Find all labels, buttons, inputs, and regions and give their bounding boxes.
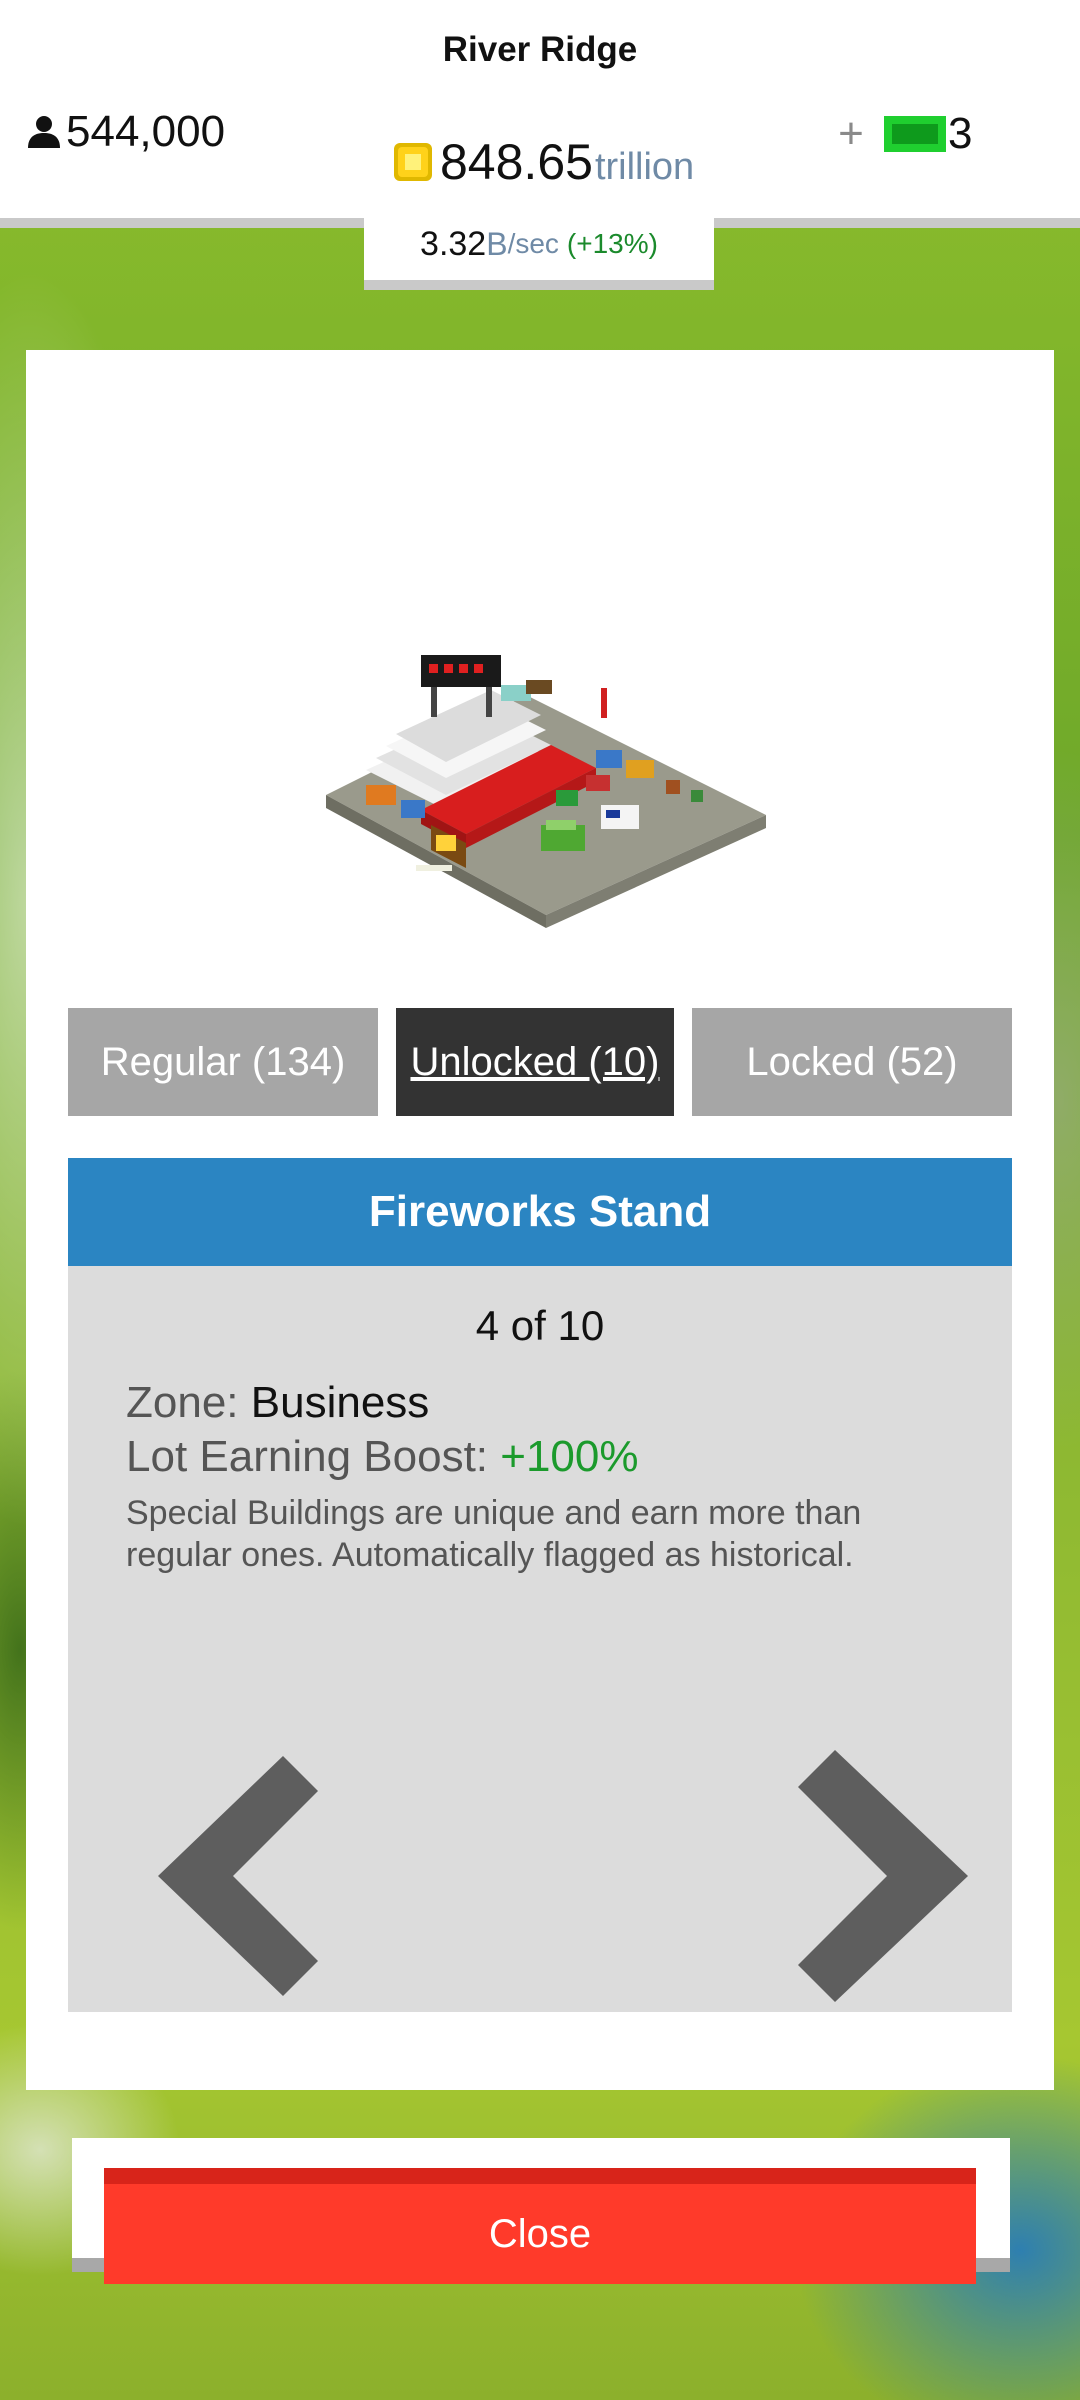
arrow-left-icon[interactable] <box>158 1756 318 1996</box>
close-button[interactable]: Close <box>104 2168 976 2284</box>
cash-icon[interactable] <box>884 112 946 156</box>
tab-regular[interactable]: Regular (134) <box>68 1008 378 1116</box>
population-display: 544,000 <box>26 106 225 158</box>
rate-unit: B <box>486 225 508 262</box>
building-counter: 4 of 10 <box>475 1302 605 1349</box>
zone-label: Zone: <box>126 1378 251 1427</box>
rate-bonus: (+13%) <box>566 228 658 259</box>
zone-value: Business <box>250 1378 430 1427</box>
tab-locked[interactable]: Locked (52) <box>692 1008 1012 1116</box>
person-icon <box>28 116 60 148</box>
top-bar: River Ridge 544,000 848.65 trillion + 3 <box>0 0 1080 228</box>
arrow-right-icon[interactable] <box>798 1750 968 2002</box>
cash-count: 3 <box>948 109 973 158</box>
boost-label: Lot Earning Boost: <box>126 1432 501 1481</box>
building-image <box>326 655 766 928</box>
money-value: 848.65 <box>440 134 593 190</box>
money-unit: trillion <box>594 145 695 188</box>
close-container: Close <box>72 2138 1010 2284</box>
city-name: River Ridge <box>442 30 638 69</box>
building-title: Fireworks Stand <box>68 1158 1012 1266</box>
income-rate: 3.32 B /sec (+13%) <box>364 208 714 290</box>
boost-info: Lot Earning Boost: +100% <box>126 1432 638 1482</box>
rate-value: 3.32 <box>420 224 487 263</box>
zone-info: Zone: Business <box>126 1378 429 1428</box>
special-buildings-panel: Regular (134) Unlocked (10) Locked (52) … <box>26 350 1054 2090</box>
add-cash-button[interactable]: + <box>832 112 870 156</box>
population-value: 544,000 <box>66 107 226 156</box>
coin-icon <box>394 143 432 181</box>
building-details: 4 of 10 Zone: Business Lot Earning Boost… <box>68 1266 1012 2012</box>
building-description: Special Buildings are unique and earn mo… <box>126 1494 862 1574</box>
building-tabs: Regular (134) Unlocked (10) Locked (52) <box>68 1008 1012 1158</box>
tab-unlocked[interactable]: Unlocked (10) <box>396 1008 674 1116</box>
money-display: 848.65 trillion <box>390 132 694 192</box>
rate-suffix: /sec <box>507 228 559 259</box>
boost-value: +100% <box>500 1432 639 1481</box>
